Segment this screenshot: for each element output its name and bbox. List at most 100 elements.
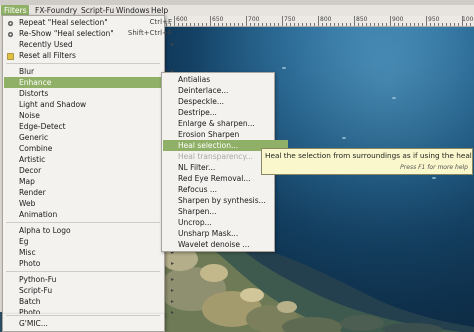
menu-item-eg[interactable]: Eg▸ [4, 236, 178, 247]
menu-item-animation[interactable]: Animation▸ [4, 209, 178, 220]
menu-item-artistic[interactable]: Artistic▸ [4, 154, 178, 165]
ruler-tick [234, 23, 235, 26]
menu-item-label: Recently Used [19, 40, 73, 49]
enhance-item-sharpen-by-synthesis[interactable]: Sharpen by synthesis... [163, 195, 288, 206]
menu-item-photo[interactable]: Photo ▸ [4, 258, 178, 269]
ruler-tick [414, 23, 415, 26]
tooltip-text: Heal the selection from surroundings as … [265, 151, 474, 160]
menu-item-light-and-shadow[interactable]: Light and Shadow▸ [4, 99, 178, 110]
menu-item-label: Edge-Detect [19, 122, 66, 131]
menu-item-label: Antialias [178, 75, 211, 84]
ruler-tick [406, 23, 407, 26]
ruler-tick [282, 16, 283, 26]
menu-item-label: Generic [19, 133, 49, 142]
menu-item-label: Erosion Sharpen [178, 130, 240, 139]
enhance-item-destripe[interactable]: Destripe... [163, 107, 288, 118]
ruler-tick [214, 23, 215, 26]
ruler-tick [218, 23, 219, 26]
menu-item-noise[interactable]: Noise▸ [4, 110, 178, 121]
menu-item-decor[interactable]: Decor▸ [4, 165, 178, 176]
menu-item-label: Blur [19, 67, 35, 76]
menu-separator [6, 315, 160, 316]
menu-item-edge-detect[interactable]: Edge-Detect▸ [4, 121, 178, 132]
ruler-tick [254, 23, 255, 26]
ruler-tick [346, 23, 347, 26]
menu-item-label: Heal transparency... [178, 152, 253, 161]
menu-separator [6, 63, 160, 64]
ruler-tick [394, 23, 395, 26]
menu-item-reshow[interactable]: Re-Show "Heal selection" Shift+Ctrl+F [4, 28, 178, 39]
enhance-item-enlarge-sharpen[interactable]: Enlarge & sharpen... [163, 118, 288, 129]
menu-item-label: Sharpen by synthesis... [178, 196, 266, 205]
menu-item-label: Noise [19, 111, 40, 120]
menu-item-reset-all[interactable]: Reset all Filters [4, 50, 178, 61]
menu-item-generic[interactable]: Generic▸ [4, 132, 178, 143]
enhance-item-despeckle[interactable]: Despeckle... [163, 96, 288, 107]
enhance-item-wavelet-denoise[interactable]: Wavelet denoise ... [163, 239, 288, 250]
ruler-label: 900 [392, 16, 404, 23]
filters-menu: Repeat "Heal selection" Ctrl+F Re-Show "… [2, 15, 178, 317]
menu-item-misc[interactable]: Misc ▸ [4, 247, 178, 258]
submenu-arrow-icon: ▸ [170, 287, 174, 294]
ruler-tick [202, 23, 203, 26]
ruler-tick [466, 23, 467, 26]
menu-item-map[interactable]: Map▸ [4, 176, 178, 187]
menu-item-label: Red Eye Removal... [178, 174, 251, 183]
menu-item-repeat[interactable]: Repeat "Heal selection" Ctrl+F [4, 17, 178, 28]
ruler-tick [382, 23, 383, 26]
ruler-tick [358, 23, 359, 26]
ruler-tick [430, 23, 431, 26]
menu-item-distorts[interactable]: Distorts▸ [4, 88, 178, 99]
menu-item-label: Light and Shadow [19, 100, 87, 109]
reset-icon [7, 52, 14, 60]
menu-item-combine[interactable]: Combine▸ [4, 143, 178, 154]
ruler-tick [290, 23, 291, 26]
menu-item-label: Enlarge & sharpen... [178, 119, 255, 128]
ruler-tick [250, 23, 251, 26]
horizontal-ruler[interactable]: 600 650 700 750 800 850 900 950 1000 [162, 16, 474, 27]
enhance-item-unsharp-mask[interactable]: Unsharp Mask... [163, 228, 288, 239]
ruler-tick [194, 23, 195, 26]
ruler-tick [366, 23, 367, 26]
enhance-item-sharpen[interactable]: Sharpen... [163, 206, 288, 217]
ruler-tick [390, 16, 391, 26]
ruler-tick [338, 23, 339, 26]
menu-item-label: Deinterlace... [178, 86, 229, 95]
ruler-tick [462, 16, 463, 26]
fish-speck [432, 177, 436, 179]
menu-item-gmic[interactable]: G'MIC... [4, 318, 178, 329]
menu-item-python-fu[interactable]: Python-Fu ▸ [4, 274, 178, 285]
menu-item-render[interactable]: Render▸ [4, 187, 178, 198]
menu-item-label: Refocus ... [178, 185, 218, 194]
enhance-item-deinterlace[interactable]: Deinterlace... [163, 85, 288, 96]
ruler-tick [274, 23, 275, 26]
menu-item-batch[interactable]: Batch ▸ [4, 296, 178, 307]
ruler-tick [306, 23, 307, 26]
ruler-tick [314, 23, 315, 26]
menu-item-label: Artistic [19, 155, 46, 164]
tooltip: Heal the selection from surroundings as … [261, 148, 474, 175]
enhance-item-uncrop[interactable]: Uncrop... [163, 217, 288, 228]
menu-item-alpha-to-logo[interactable]: Alpha to Logo▸ [4, 225, 178, 236]
ruler-tick [446, 23, 447, 26]
menu-item-enhance[interactable]: Enhance▸ [4, 77, 178, 88]
menu-separator [6, 271, 160, 272]
menu-item-web[interactable]: Web▸ [4, 198, 178, 209]
ruler-label: 1000 [462, 16, 474, 23]
enhance-item-antialias[interactable]: Antialias [163, 74, 288, 85]
menu-item-label: Distorts [19, 89, 49, 98]
enhance-item-erosion-sharpen[interactable]: Erosion Sharpen [163, 129, 288, 140]
fish-speck [282, 67, 286, 69]
ruler-tick [238, 23, 239, 26]
menu-item-blur[interactable]: Blur▸ [4, 66, 178, 77]
ruler-tick [262, 23, 263, 26]
menu-item-label: Photo [19, 259, 41, 268]
enhance-item-refocus[interactable]: Refocus ... [163, 184, 288, 195]
fish-speck [392, 97, 396, 99]
menu-item-script-fu[interactable]: Script-Fu ▸ [4, 285, 178, 296]
ruler-label: 950 [428, 16, 440, 23]
menu-item-recently-used[interactable]: Recently Used ▸ [4, 39, 178, 50]
ruler-tick [322, 23, 323, 26]
ruler-tick [342, 23, 343, 26]
ruler-label: 750 [284, 16, 296, 23]
